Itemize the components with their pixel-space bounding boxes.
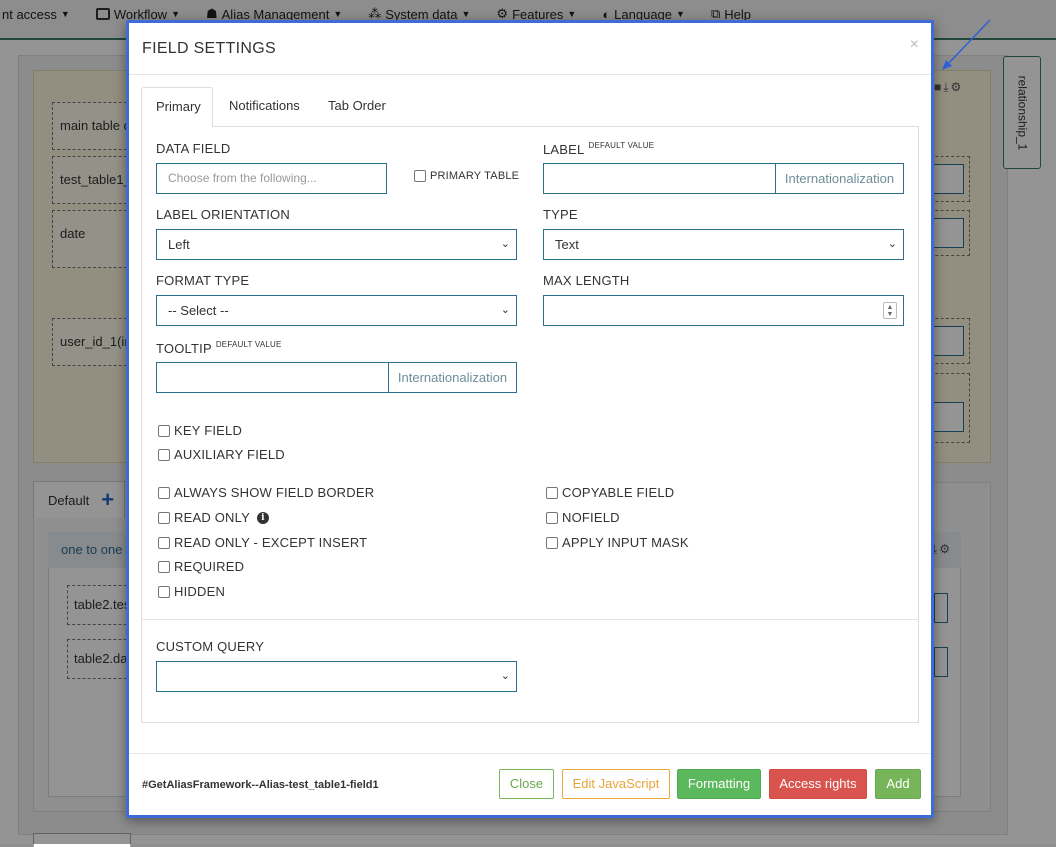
apply-input-mask-checkbox[interactable]: APPLY INPUT MASK	[546, 535, 689, 550]
read-only-except-insert-checkbox[interactable]: READ ONLY - EXCEPT INSERT	[158, 535, 367, 550]
label-internationalization-button[interactable]: Internationalization	[775, 163, 904, 194]
tab-notifications[interactable]: Notifications	[215, 87, 314, 127]
key-field-checkbox[interactable]: KEY FIELD	[158, 423, 242, 438]
data-field-label: DATA FIELD	[156, 141, 231, 156]
chevron-down-icon: ⌄	[500, 304, 510, 316]
edit-javascript-button[interactable]: Edit JavaScript	[562, 769, 670, 799]
default-value-note: DEFAULT VALUE	[588, 141, 655, 150]
label-input[interactable]	[543, 163, 776, 194]
auxiliary-field-checkbox[interactable]: AUXILIARY FIELD	[158, 447, 285, 462]
hidden-checkbox[interactable]: HIDDEN	[158, 584, 225, 599]
alias-identifier: #GetAliasFramework--Alias-test_table1-fi…	[142, 779, 379, 791]
type-select[interactable]: Text ⌄	[543, 229, 904, 260]
annotation-arrow-icon	[942, 19, 991, 70]
tooltip-internationalization-button[interactable]: Internationalization	[388, 362, 517, 393]
max-length-input[interactable]: ▲ ▼	[543, 295, 904, 326]
max-length-label: MAX LENGTH	[543, 273, 630, 288]
modal-tabs: Primary Notifications Tab Order	[141, 87, 919, 128]
modal-header: FIELD SETTINGS ×	[129, 23, 931, 75]
required-checkbox[interactable]: REQUIRED	[158, 559, 244, 574]
copyable-field-checkbox[interactable]: COPYABLE FIELD	[546, 485, 674, 500]
label-orientation-label: LABEL ORIENTATION	[156, 207, 290, 222]
checkbox-box[interactable]	[414, 170, 426, 182]
tooltip-input[interactable]	[156, 362, 389, 393]
chevron-down-icon: ⌄	[500, 670, 510, 682]
section-divider	[141, 619, 919, 620]
format-type-select[interactable]: -- Select -- ⌄	[156, 295, 517, 326]
number-spinner-icon[interactable]: ▲ ▼	[883, 302, 897, 319]
label-field-label: LABEL DEFAULT VALUE	[543, 141, 655, 157]
nofield-checkbox[interactable]: NOFIELD	[546, 510, 620, 525]
field-settings-modal: FIELD SETTINGS × Primary Notifications T…	[126, 20, 934, 818]
custom-query-label: CUSTOM QUERY	[156, 639, 265, 654]
data-field-input[interactable]: Choose from the following...	[156, 163, 387, 194]
default-value-note: DEFAULT VALUE	[215, 340, 282, 349]
chevron-down-icon: ⌄	[887, 238, 897, 250]
read-only-checkbox[interactable]: READ ONLY i	[158, 510, 269, 525]
tab-primary[interactable]: Primary	[141, 87, 213, 128]
tooltip-label: TOOLTIP DEFAULT VALUE	[156, 340, 282, 356]
add-button[interactable]: Add	[875, 769, 921, 799]
chevron-down-icon: ⌄	[500, 238, 510, 250]
close-icon[interactable]: ×	[910, 36, 919, 54]
format-type-label: FORMAT TYPE	[156, 273, 250, 288]
primary-table-checkbox[interactable]: PRIMARY TABLE	[414, 170, 519, 182]
info-icon[interactable]: i	[256, 511, 269, 524]
tab-tab-order[interactable]: Tab Order	[314, 87, 400, 127]
type-label: TYPE	[543, 207, 578, 222]
access-rights-button[interactable]: Access rights	[769, 769, 867, 799]
formatting-button[interactable]: Formatting	[677, 769, 761, 799]
custom-query-select[interactable]: ⌄	[156, 661, 517, 692]
label-orientation-select[interactable]: Left ⌄	[156, 229, 517, 260]
close-button[interactable]: Close	[499, 769, 554, 799]
modal-title: FIELD SETTINGS	[142, 40, 276, 57]
modal-footer-divider	[129, 753, 931, 754]
always-show-field-border-checkbox[interactable]: ALWAYS SHOW FIELD BORDER	[158, 485, 374, 500]
